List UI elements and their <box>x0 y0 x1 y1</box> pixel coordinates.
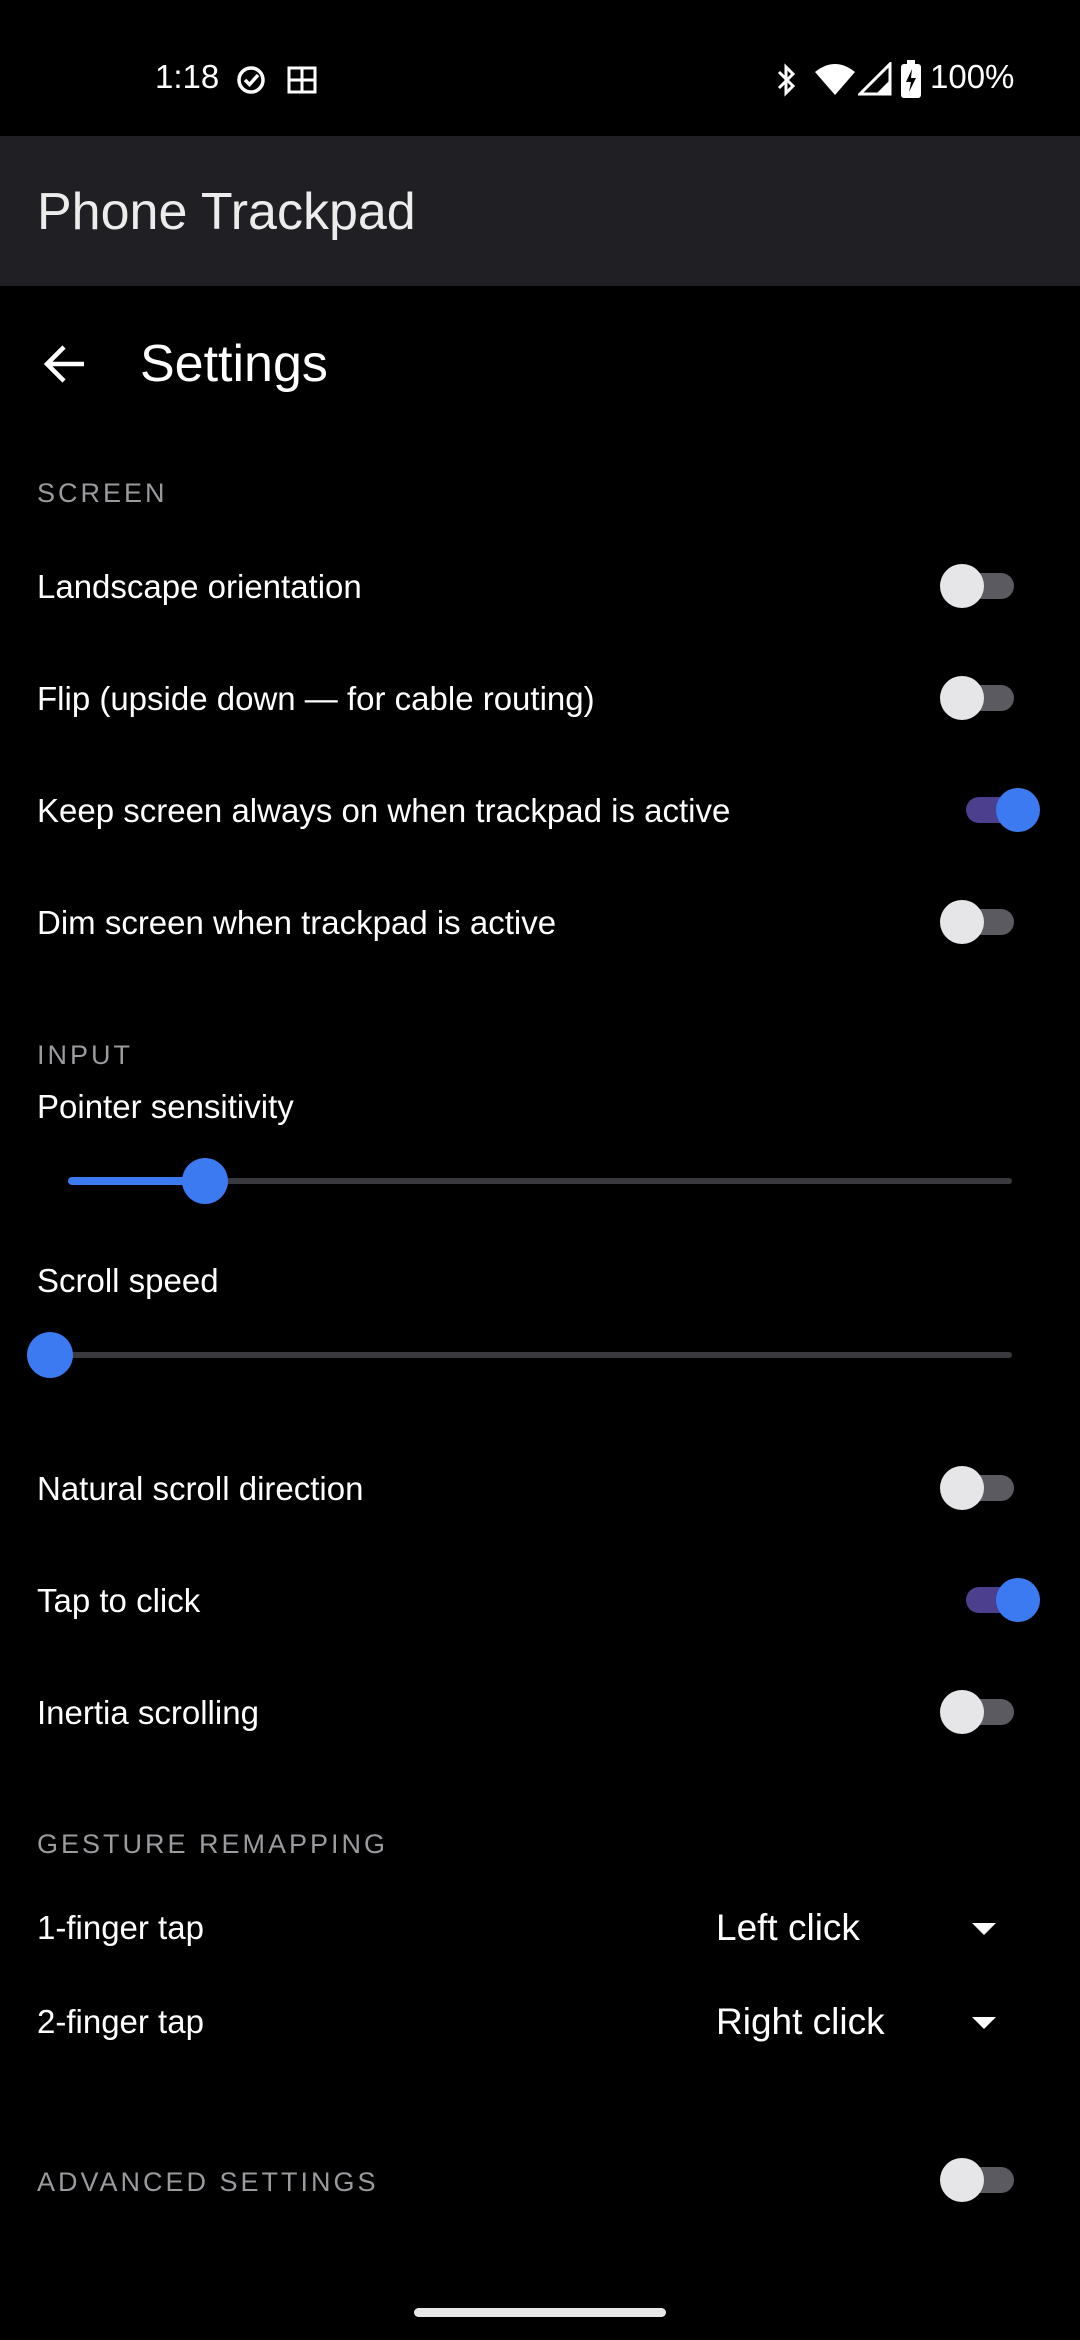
dim-screen-label: Dim screen when trackpad is active <box>37 904 557 941</box>
natural-scroll-label: Natural scroll direction <box>37 1470 364 1507</box>
dropdown-arrow-icon <box>972 2017 996 2029</box>
advanced-settings-switch[interactable] <box>940 2150 1020 2210</box>
app-bar: Phone Trackpad <box>0 136 1080 286</box>
arrow-left-icon[interactable] <box>32 330 100 398</box>
switch-thumb <box>996 1578 1040 1622</box>
scroll-speed-slider[interactable] <box>27 1325 1012 1385</box>
switch-thumb <box>940 900 984 944</box>
switch-thumb <box>940 1690 984 1734</box>
app-title: Phone Trackpad <box>37 183 416 241</box>
flip-upside-down-switch[interactable] <box>940 668 1020 728</box>
dropdown-arrow-icon <box>972 1923 996 1935</box>
switch-thumb <box>940 564 984 608</box>
status-time: 1:18 <box>155 58 220 95</box>
page-title: Settings <box>140 335 328 393</box>
inertia-scrolling-label: Inertia scrolling <box>37 1694 259 1731</box>
switch-thumb <box>940 2158 984 2202</box>
status-bar: 1:18 100% <box>0 0 1080 136</box>
two-finger-tap-dropdown[interactable]: Right click <box>716 1987 1016 2057</box>
scroll-speed-label: Scroll speed <box>37 1262 219 1299</box>
landscape-orientation-switch[interactable] <box>940 556 1020 616</box>
slider-knob[interactable] <box>27 1332 73 1378</box>
one-finger-tap-dropdown[interactable]: Left click <box>716 1893 1016 1963</box>
slider-rail <box>68 1352 1012 1358</box>
flip-upside-down-label: Flip (upside down — for cable routing) <box>37 680 595 717</box>
dropdown-value: Left click <box>716 1907 860 1948</box>
keep-screen-on-label: Keep screen always on when trackpad is a… <box>37 792 731 829</box>
wifi-icon <box>815 64 855 95</box>
dropdown-value: Right click <box>716 2001 885 2042</box>
tap-to-click-switch[interactable] <box>960 1570 1040 1630</box>
landscape-orientation-label: Landscape orientation <box>37 568 362 605</box>
home-indicator[interactable] <box>414 2308 666 2317</box>
battery-charging-icon <box>901 60 921 98</box>
section-header-gesture-remapping: GESTURE REMAPPING <box>37 1829 389 1859</box>
pointer-sensitivity-slider[interactable] <box>68 1151 1012 1211</box>
dim-screen-switch[interactable] <box>940 892 1020 952</box>
switch-thumb <box>940 676 984 720</box>
battery-percent: 100% <box>930 58 1015 95</box>
switch-thumb <box>996 788 1040 832</box>
task-check-icon <box>237 66 265 94</box>
section-header-input: INPUT <box>37 1040 133 1070</box>
section-header-screen: SCREEN <box>37 478 168 508</box>
natural-scroll-switch[interactable] <box>940 1458 1020 1518</box>
one-finger-tap-label: 1-finger tap <box>37 1909 204 1946</box>
pointer-sensitivity-label: Pointer sensitivity <box>37 1088 294 1125</box>
signal-icon <box>858 62 892 96</box>
back-button[interactable] <box>32 330 100 398</box>
switch-thumb <box>940 1466 984 1510</box>
bluetooth-icon <box>777 63 796 97</box>
two-finger-tap-label: 2-finger tap <box>37 2003 204 2040</box>
tap-to-click-label: Tap to click <box>37 1582 201 1619</box>
inertia-scrolling-switch[interactable] <box>940 1682 1020 1742</box>
grid-icon <box>287 66 317 94</box>
keep-screen-on-switch[interactable] <box>960 780 1040 840</box>
slider-knob[interactable] <box>181 1158 228 1204</box>
section-header-advanced-settings: ADVANCED SETTINGS <box>37 2167 379 2197</box>
